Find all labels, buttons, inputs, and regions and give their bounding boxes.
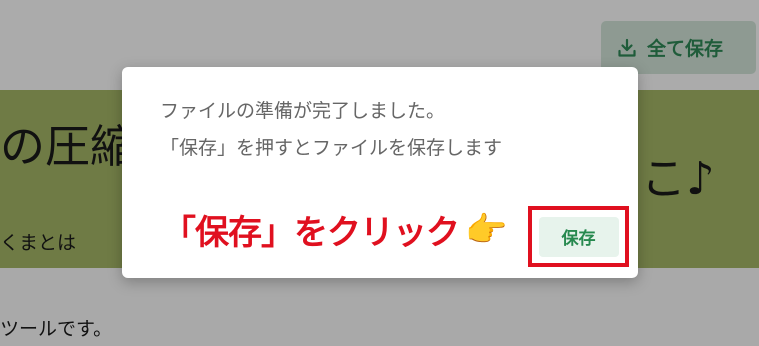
hero-title-fragment-right: こ♪	[641, 152, 715, 205]
save-dialog: ファイルの準備が完了しました。 「保存」を押すとファイルを保存します 「保存」を…	[122, 67, 638, 278]
click-instruction-text: 「保存」をクリック	[162, 213, 460, 253]
save-button[interactable]: 保存	[538, 216, 619, 257]
save-button-label: 保存	[561, 229, 596, 249]
download-icon	[617, 38, 637, 58]
pointing-hand-icon: 👉	[465, 209, 507, 250]
save-button-highlight: 保存	[528, 206, 629, 267]
body-text-fragment: ツールです。	[0, 318, 113, 340]
dialog-message-line2: 「保存」を押すとファイルを保存します	[160, 137, 503, 159]
save-all-label: 全て保存	[647, 38, 724, 60]
hero-subtitle-fragment: くまとは	[0, 232, 77, 254]
click-instruction: 「保存」をクリック 👉	[162, 205, 507, 254]
hero-title-fragment: の圧縮	[0, 120, 122, 173]
dialog-message: ファイルの準備が完了しました。 「保存」を押すとファイルを保存します	[160, 93, 502, 167]
dialog-message-line1: ファイルの準備が完了しました。	[160, 100, 446, 122]
